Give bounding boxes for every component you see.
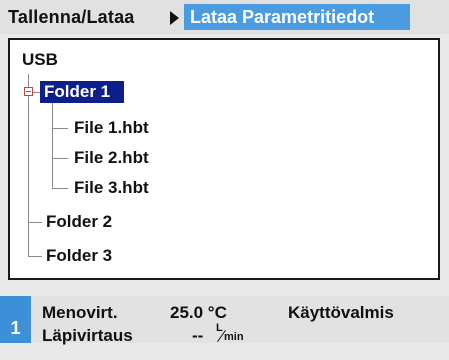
- collapse-icon[interactable]: [24, 87, 33, 96]
- breadcrumb-current: Lataa Parametritiedot: [184, 4, 410, 30]
- status-state: Käyttövalmis: [288, 303, 394, 322]
- status-value-flow-temp: 25.0 °C: [170, 303, 227, 322]
- breadcrumb-parent[interactable]: Tallenna/Lataa: [8, 7, 135, 28]
- tree-file-1[interactable]: File 1.hbt: [74, 118, 149, 138]
- tree-connector: [28, 256, 42, 257]
- status-label-flow-rate: Läpivirtaus: [42, 326, 133, 345]
- device-screen: Tallenna/Lataa Lataa Parametritiedot USB…: [0, 0, 449, 345]
- channel-badge: 1: [0, 296, 31, 343]
- status-label-flow-temp: Menovirt.: [42, 303, 118, 322]
- tree-root-usb[interactable]: USB: [22, 50, 58, 70]
- breadcrumb-arrow-icon: [170, 11, 179, 25]
- unit-numerator: L: [216, 322, 223, 334]
- tree-file-2[interactable]: File 2.hbt: [74, 148, 149, 168]
- title-bar: Tallenna/Lataa Lataa Parametritiedot: [0, 0, 449, 34]
- tree-folder-1[interactable]: Folder 1: [40, 81, 124, 103]
- tree-folder-2[interactable]: Folder 2: [46, 212, 112, 232]
- status-value-flow-rate: --: [192, 326, 204, 345]
- tree-folder-3[interactable]: Folder 3: [46, 246, 112, 266]
- tree-connector: [52, 128, 68, 129]
- tree-connector: [28, 74, 29, 257]
- tree-connector: [52, 103, 53, 188]
- file-tree: USB Folder 1 File 1.hbt File 2.hbt File …: [8, 38, 440, 280]
- unit-denominator: min: [224, 331, 244, 343]
- tree-connector: [52, 188, 68, 189]
- tree-connector: [28, 222, 42, 223]
- tree-connector: [33, 92, 40, 93]
- tree-connector: [52, 158, 68, 159]
- tree-file-3[interactable]: File 3.hbt: [74, 178, 149, 198]
